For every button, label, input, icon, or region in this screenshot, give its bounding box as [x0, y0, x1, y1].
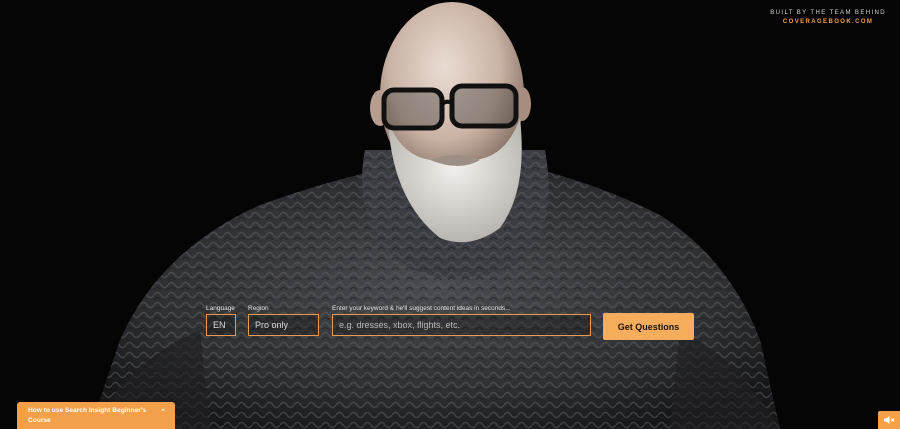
mute-button[interactable]	[878, 411, 900, 429]
language-value: EN	[213, 320, 226, 330]
speaker-mute-icon	[884, 416, 895, 424]
course-toggle-bar[interactable]: How to use Search Insight Beginner's Cou…	[17, 402, 175, 429]
keyword-placeholder: e.g. dresses, xbox, flights, etc.	[339, 320, 461, 330]
keyword-input[interactable]: e.g. dresses, xbox, flights, etc.	[332, 314, 591, 336]
coveragebook-link[interactable]: COVERAGEBOOK.COM	[770, 18, 886, 27]
built-by-credit: BUILT BY THE TEAM BEHIND COVERAGEBOOK.CO…	[770, 9, 886, 27]
language-select[interactable]: EN	[206, 314, 236, 336]
region-label: Region	[248, 305, 269, 312]
language-label: Language	[206, 305, 235, 312]
background-video	[0, 0, 900, 429]
course-bar-label: How to use Search Insight Beginner's Cou…	[28, 407, 147, 424]
credit-tagline: BUILT BY THE TEAM BEHIND	[770, 10, 886, 16]
get-questions-button[interactable]: Get Questions	[603, 313, 694, 340]
chevron-up-icon: ⌃	[160, 409, 166, 416]
keyword-label: Enter your keyword & he'll suggest conte…	[332, 305, 511, 312]
region-value: Pro only	[255, 320, 289, 330]
region-select[interactable]: Pro only	[248, 314, 319, 336]
